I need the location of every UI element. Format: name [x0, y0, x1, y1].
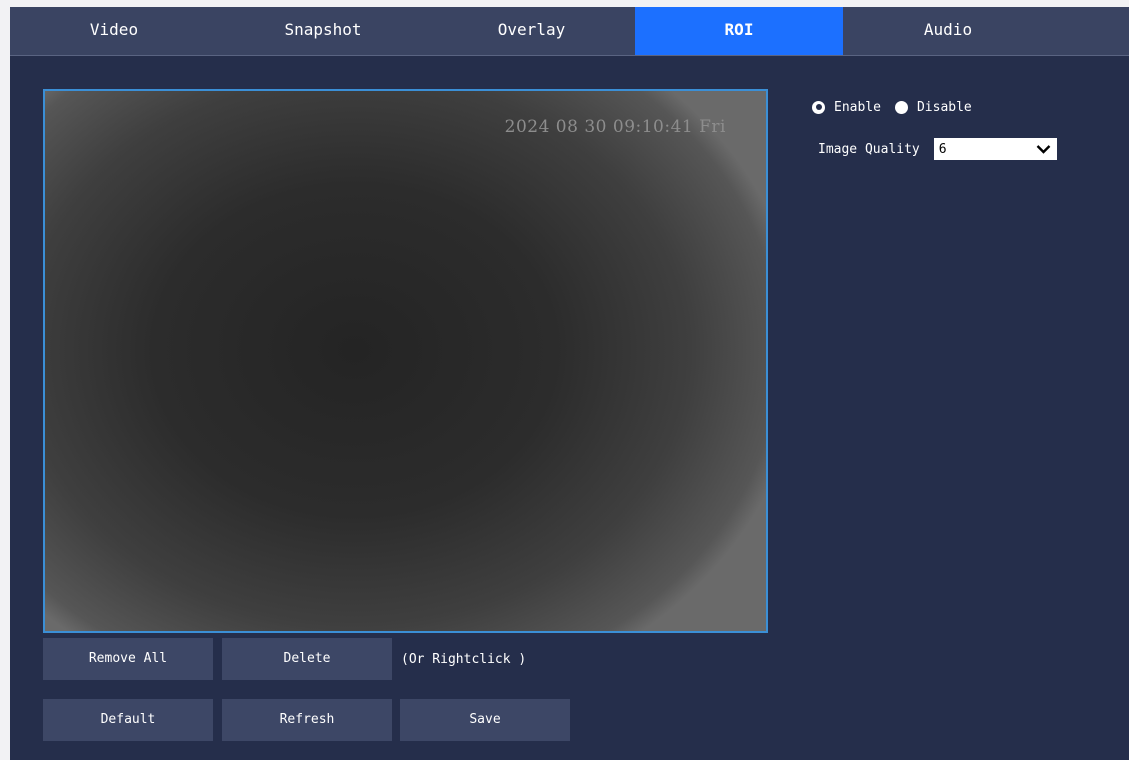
enable-radio[interactable]: Enable: [812, 100, 881, 115]
tab-snapshot[interactable]: Snapshot: [218, 7, 428, 55]
refresh-button[interactable]: Refresh: [222, 699, 392, 741]
image-quality-value: 6: [938, 141, 947, 157]
disable-radio[interactable]: Disable: [894, 99, 972, 115]
video-preview[interactable]: 2024 08 30 09:10:41 Fri: [43, 89, 768, 633]
chevron-down-icon: [1036, 145, 1051, 154]
save-button[interactable]: Save: [400, 699, 570, 741]
image-quality-select[interactable]: 6: [933, 138, 1057, 160]
rightclick-hint: (Or Rightclick ): [401, 652, 527, 667]
tab-audio[interactable]: Audio: [843, 7, 1053, 55]
remove-all-button[interactable]: Remove All: [43, 638, 213, 680]
delete-button[interactable]: Delete: [222, 638, 392, 680]
tab-video[interactable]: Video: [10, 7, 218, 55]
image-quality-row: Image Quality 6: [818, 138, 1057, 160]
roi-settings: Enable Disable Image Quality 6: [812, 95, 1057, 160]
roi-enable-radio-group: Enable Disable: [812, 95, 1057, 119]
image-quality-label: Image Quality: [818, 141, 920, 157]
osd-timestamp: 2024 08 30 09:10:41 Fri: [504, 117, 726, 137]
settings-panel: Video Snapshot Overlay ROI Audio 2024 08…: [10, 7, 1129, 760]
enable-label: Enable: [834, 99, 881, 115]
tab-overlay[interactable]: Overlay: [428, 7, 635, 55]
tab-bar: Video Snapshot Overlay ROI Audio: [10, 7, 1129, 56]
radio-checked-icon: [812, 100, 825, 114]
radio-unchecked-icon: [894, 100, 908, 114]
disable-label: Disable: [916, 99, 972, 115]
default-button[interactable]: Default: [43, 699, 213, 741]
tab-roi[interactable]: ROI: [635, 7, 843, 55]
